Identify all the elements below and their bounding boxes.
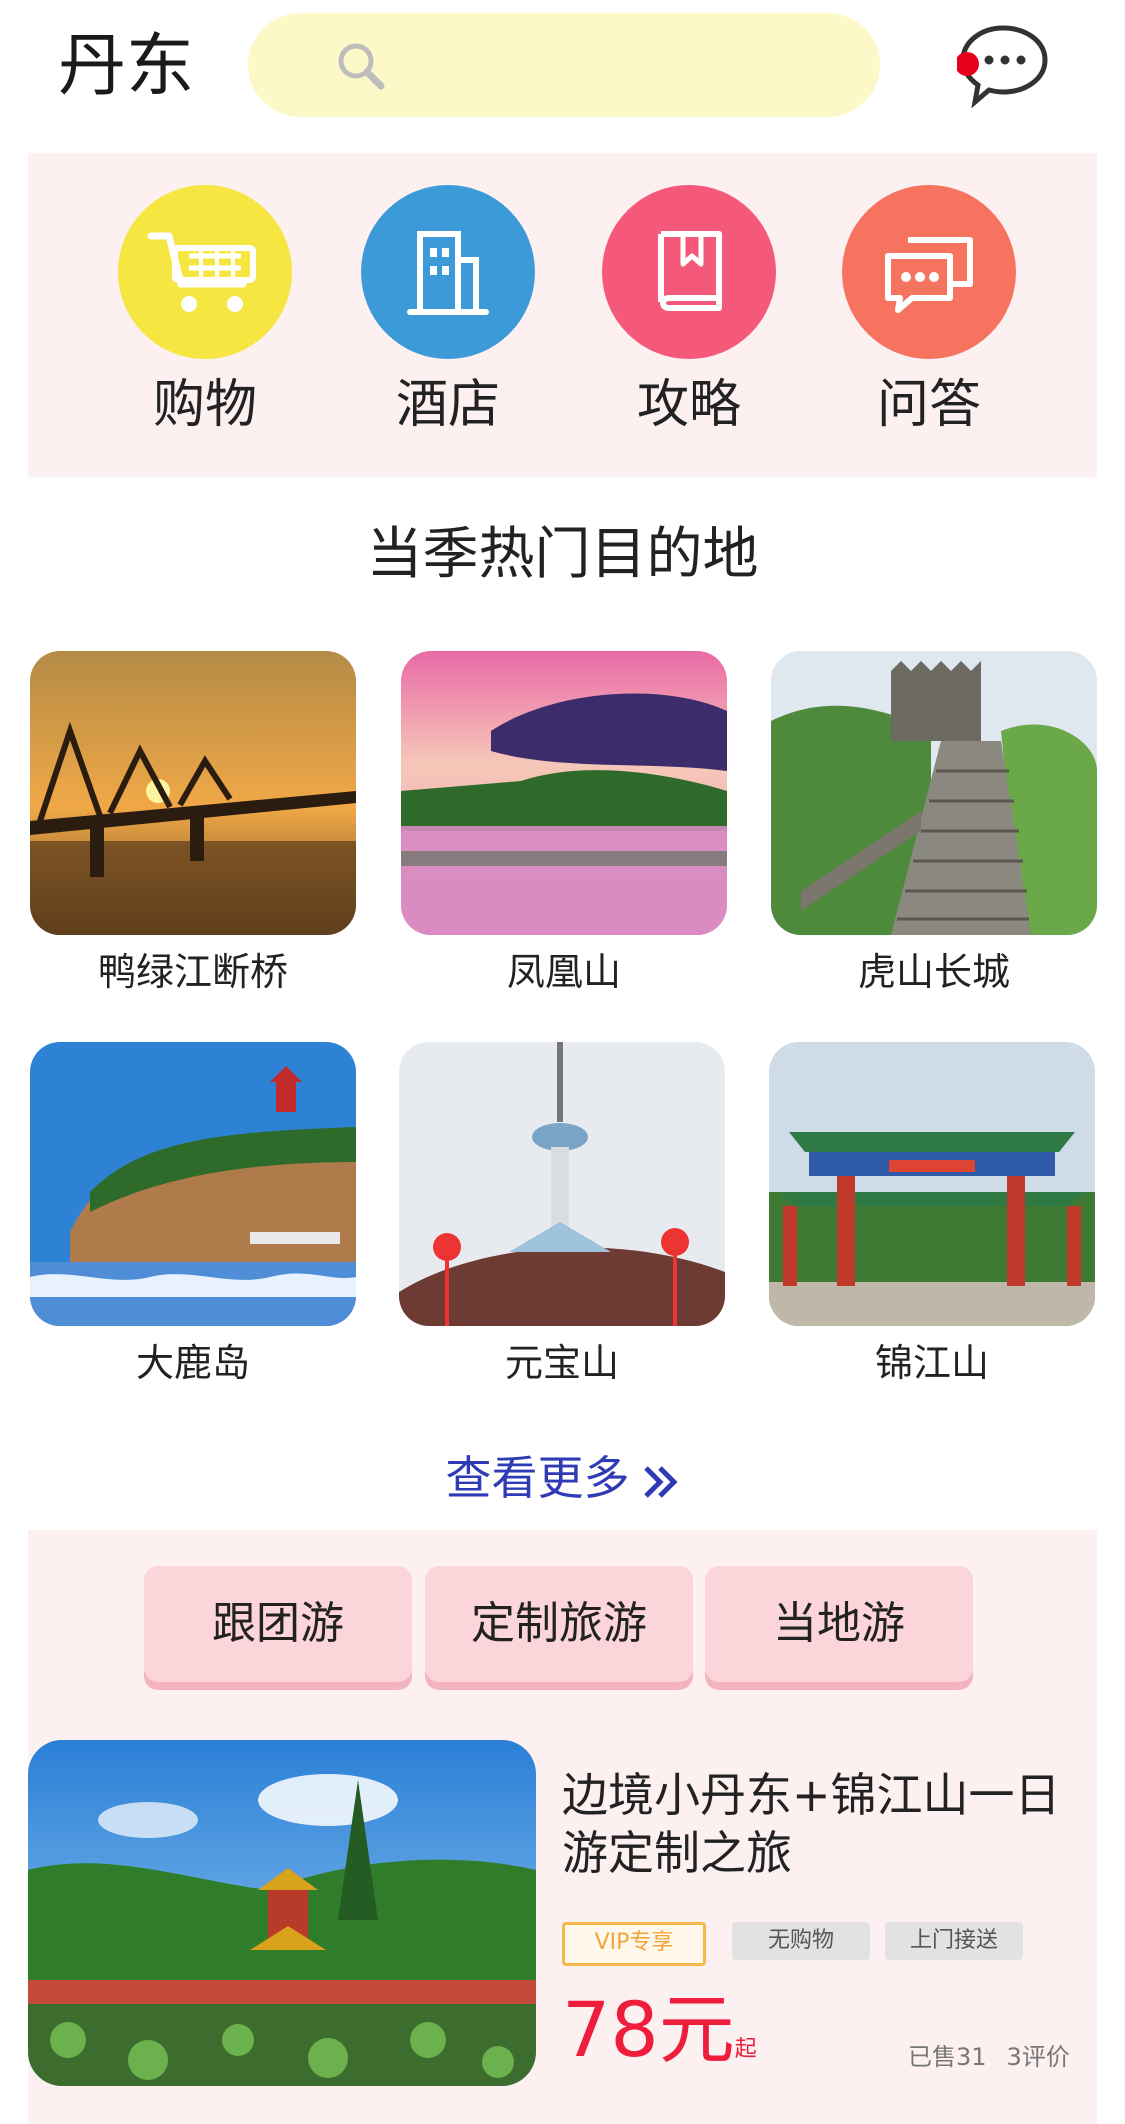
destination-card[interactable]: 虎山长城 bbox=[771, 651, 1097, 997]
vip-badge: VIP专享 bbox=[562, 1922, 706, 1966]
destination-card[interactable]: 元宝山 bbox=[399, 1042, 725, 1388]
top-bar: 丹东 bbox=[0, 0, 1125, 130]
chat-bubble-icon[interactable] bbox=[957, 22, 1053, 108]
search-icon bbox=[338, 43, 385, 90]
destination-name: 锦江山 bbox=[874, 1341, 989, 1385]
destination-card[interactable]: 凤凰山 bbox=[401, 651, 727, 997]
destination-card[interactable]: 锦江山 bbox=[769, 1042, 1095, 1388]
category-guide[interactable]: 攻略 bbox=[599, 185, 779, 437]
destination-card[interactable]: 鸭绿江断桥 bbox=[30, 651, 356, 997]
tour-section: 跟团游 定制旅游 当地游 边境小丹东+锦江山一日游定制之旅 VIP专享 无购物 … bbox=[28, 1530, 1097, 2124]
category-panel: 购物 酒店 攻略 问答 bbox=[28, 153, 1097, 477]
tour-card-photo[interactable] bbox=[28, 1740, 536, 2086]
category-shopping[interactable]: 购物 bbox=[115, 185, 295, 437]
tab-group-tour[interactable]: 跟团游 bbox=[144, 1566, 412, 1682]
tab-custom-tour[interactable]: 定制旅游 bbox=[425, 1566, 693, 1682]
hotel-building-icon bbox=[361, 185, 535, 359]
destination-photo bbox=[769, 1042, 1095, 1326]
destination-name: 鸭绿江断桥 bbox=[97, 950, 288, 994]
destination-photo bbox=[771, 651, 1097, 935]
destination-photo bbox=[30, 651, 356, 935]
destination-name: 虎山长城 bbox=[857, 950, 1010, 994]
city-selector[interactable]: 丹东 bbox=[58, 22, 194, 112]
pickup-badge: 上门接送 bbox=[885, 1922, 1023, 1960]
tab-local-tour[interactable]: 当地游 bbox=[705, 1566, 973, 1682]
tour-stats: 已售31 3评价 bbox=[908, 2037, 1070, 2072]
qa-chat-icon bbox=[842, 185, 1016, 359]
price-suffix: 起 bbox=[734, 2037, 757, 2062]
review-count: 3评价 bbox=[1006, 2043, 1070, 2071]
destination-photo bbox=[401, 651, 727, 935]
see-more-label: 查看更多 bbox=[445, 1451, 630, 1505]
category-label: 攻略 bbox=[636, 375, 741, 435]
shopping-cart-icon bbox=[118, 185, 292, 359]
destination-name: 凤凰山 bbox=[506, 950, 621, 994]
category-label: 酒店 bbox=[395, 375, 500, 435]
section-title: 当季热门目的地 bbox=[366, 522, 759, 587]
search-bar[interactable] bbox=[248, 13, 880, 117]
sold-count: 已售31 bbox=[908, 2043, 987, 2071]
tour-card-title[interactable]: 边境小丹东+锦江山一日游定制之旅 bbox=[562, 1766, 1082, 1882]
guide-book-icon bbox=[602, 185, 776, 359]
category-qa[interactable]: 问答 bbox=[839, 185, 1019, 437]
double-chevron-right-icon bbox=[643, 1465, 678, 1498]
category-label: 问答 bbox=[876, 375, 981, 435]
destination-card[interactable]: 大鹿岛 bbox=[30, 1042, 356, 1388]
destination-name: 元宝山 bbox=[504, 1341, 619, 1385]
destination-photo bbox=[30, 1042, 356, 1326]
destination-photo bbox=[399, 1042, 725, 1326]
category-label: 购物 bbox=[152, 375, 257, 435]
category-hotel[interactable]: 酒店 bbox=[358, 185, 538, 437]
tour-price: 78元起 bbox=[562, 1985, 757, 2075]
destination-name: 大鹿岛 bbox=[135, 1341, 250, 1385]
price-value: 78元 bbox=[562, 1985, 735, 2074]
no-shopping-badge: 无购物 bbox=[732, 1922, 870, 1960]
see-more-link[interactable]: 查看更多 bbox=[0, 1448, 1125, 1508]
